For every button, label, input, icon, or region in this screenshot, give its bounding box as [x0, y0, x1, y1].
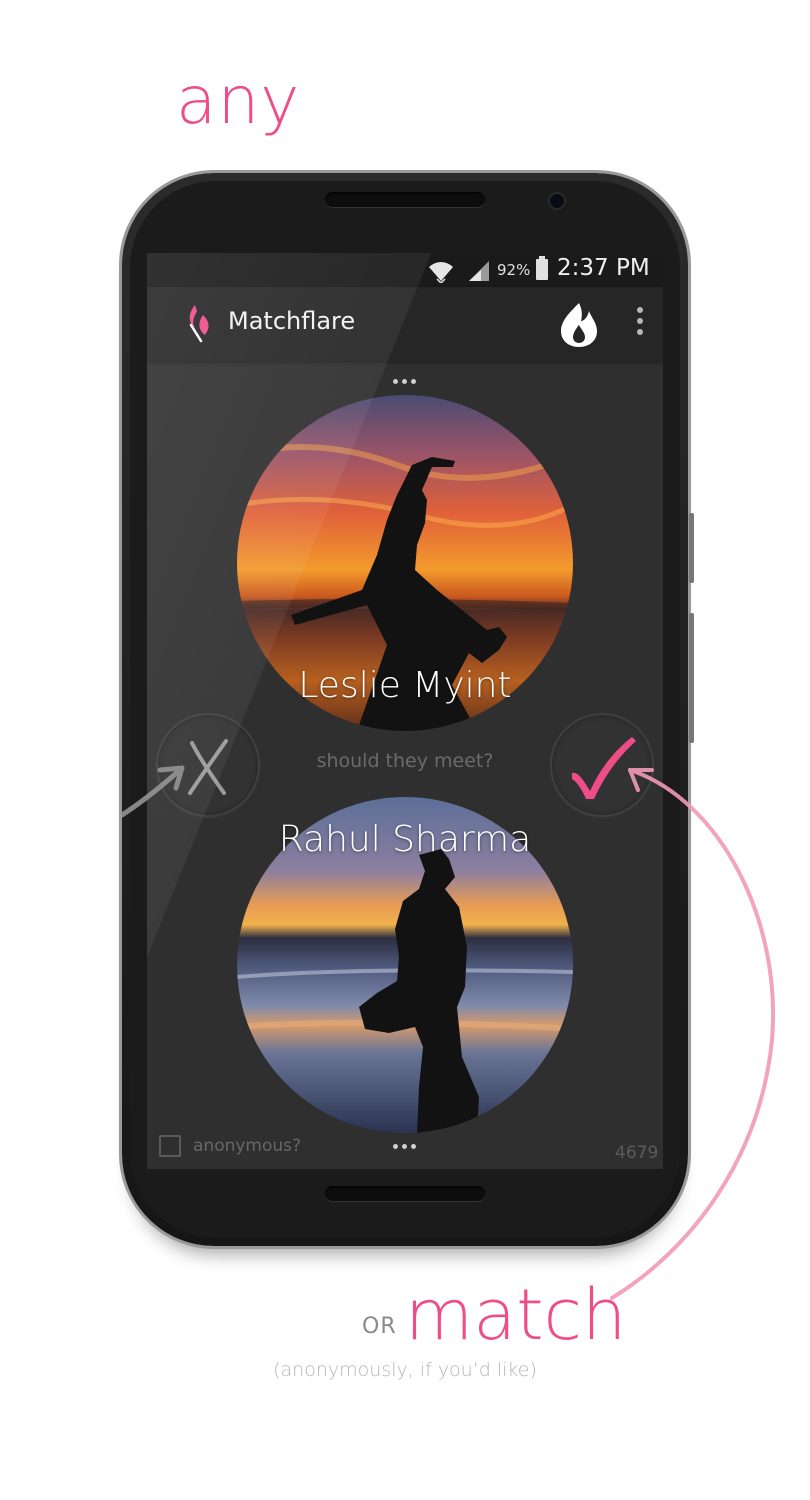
- caption-match: match: [405, 1274, 627, 1356]
- match-question: should they meet?: [316, 750, 494, 772]
- app-screen: 92% 2:37 PM Matchflare Leslie Myint shou…: [147, 253, 663, 1169]
- signal-icon: [469, 261, 489, 281]
- accept-button[interactable]: [550, 713, 654, 817]
- x-icon: [188, 739, 228, 795]
- battery-icon: [536, 256, 548, 280]
- wifi-icon: [429, 262, 453, 283]
- checkmark-icon: [572, 737, 636, 799]
- earpiece-speaker: [325, 192, 485, 207]
- front-camera: [550, 194, 564, 208]
- overflow-menu-icon[interactable]: [633, 307, 647, 341]
- caption-any: any: [176, 62, 301, 139]
- caption-subtext: (anonymously, if you’d like): [273, 1359, 537, 1381]
- anonymous-checkbox[interactable]: [159, 1135, 181, 1157]
- swipe-handle-top[interactable]: [393, 379, 416, 384]
- match-count: 4679: [615, 1143, 659, 1163]
- matchflare-logo-icon: [189, 305, 209, 343]
- battery-percent: 92%: [497, 261, 531, 279]
- volume-button: [689, 513, 694, 583]
- clock: 2:37 PM: [557, 255, 650, 281]
- caption-or: OR: [362, 1314, 397, 1339]
- power-button: [689, 613, 694, 743]
- person1-name: Leslie Myint: [298, 665, 512, 706]
- app-title: Matchflare: [228, 307, 356, 335]
- person2-name: Rahul Sharma: [278, 819, 532, 860]
- bottom-speaker: [325, 1186, 485, 1201]
- flame-icon[interactable]: [559, 301, 599, 347]
- swipe-handle-bottom[interactable]: [393, 1144, 416, 1149]
- status-bar: 92% 2:37 PM: [147, 253, 663, 287]
- anonymous-label: anonymous?: [193, 1136, 302, 1156]
- reject-button[interactable]: [156, 713, 260, 817]
- app-bar: Matchflare: [147, 287, 663, 361]
